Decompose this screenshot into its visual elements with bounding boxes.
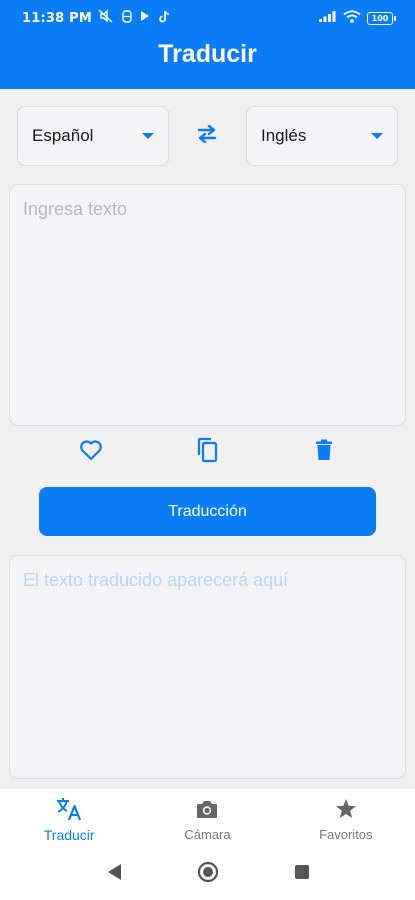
recents-square-icon — [293, 863, 311, 886]
tiktok-icon — [158, 10, 170, 27]
system-recents-button[interactable] — [290, 863, 314, 887]
camera-icon — [196, 796, 218, 822]
status-left-icons — [98, 9, 170, 27]
system-nav-bar — [0, 849, 415, 900]
status-bar: 11:38 PM 100 — [0, 0, 415, 36]
battery-icon: 100 — [367, 11, 396, 25]
translate-icon — [56, 796, 82, 822]
play-icon — [140, 10, 150, 26]
target-language-select[interactable]: Inglés — [246, 106, 398, 166]
nav-item-camara[interactable]: Cámara — [138, 789, 276, 849]
nav-item-favoritos[interactable]: Favoritos — [277, 789, 415, 849]
nav-label: Traducir — [43, 827, 95, 843]
trash-icon — [315, 439, 333, 466]
status-time: 11:38 PM — [22, 10, 92, 26]
translated-text-output: El texto traducido aparecerá aquí — [23, 570, 289, 590]
translate-button[interactable]: Traducción — [39, 487, 376, 536]
data-saver-icon — [122, 9, 132, 27]
target-language-label: Inglés — [261, 126, 307, 145]
status-right-icons: 100 — [319, 9, 396, 27]
signal-icon — [319, 10, 337, 26]
swap-arrows-icon — [195, 124, 219, 149]
copy-button[interactable] — [194, 437, 220, 468]
app-header: 11:38 PM 100 Traducir — [0, 0, 415, 89]
page-title: Traducir — [158, 40, 257, 68]
bottom-nav: Traducir Cámara Favoritos — [0, 789, 415, 849]
back-triangle-icon — [105, 862, 123, 887]
nav-item-traducir[interactable]: Traducir — [0, 789, 138, 849]
wifi-icon — [343, 9, 361, 27]
system-back-button[interactable] — [102, 863, 126, 887]
nav-label: Cámara — [184, 827, 231, 842]
favorite-button[interactable] — [78, 439, 104, 465]
swap-languages-button[interactable] — [191, 122, 223, 150]
dropdown-caret-icon — [371, 133, 383, 139]
dropdown-caret-icon — [142, 133, 154, 139]
copy-icon — [196, 437, 218, 468]
input-card — [9, 184, 406, 426]
source-language-select[interactable]: Español — [17, 106, 169, 166]
clear-text-button[interactable] — [311, 439, 337, 465]
source-language-label: Español — [32, 126, 94, 145]
heart-outline-icon — [79, 439, 103, 466]
output-card: El texto traducido aparecerá aquí — [9, 555, 406, 779]
home-circle-icon — [197, 861, 219, 888]
source-text-input[interactable] — [23, 199, 392, 411]
system-home-button[interactable] — [196, 861, 220, 888]
star-icon — [335, 796, 357, 822]
mute-icon — [98, 9, 114, 27]
nav-label: Favoritos — [319, 827, 373, 842]
